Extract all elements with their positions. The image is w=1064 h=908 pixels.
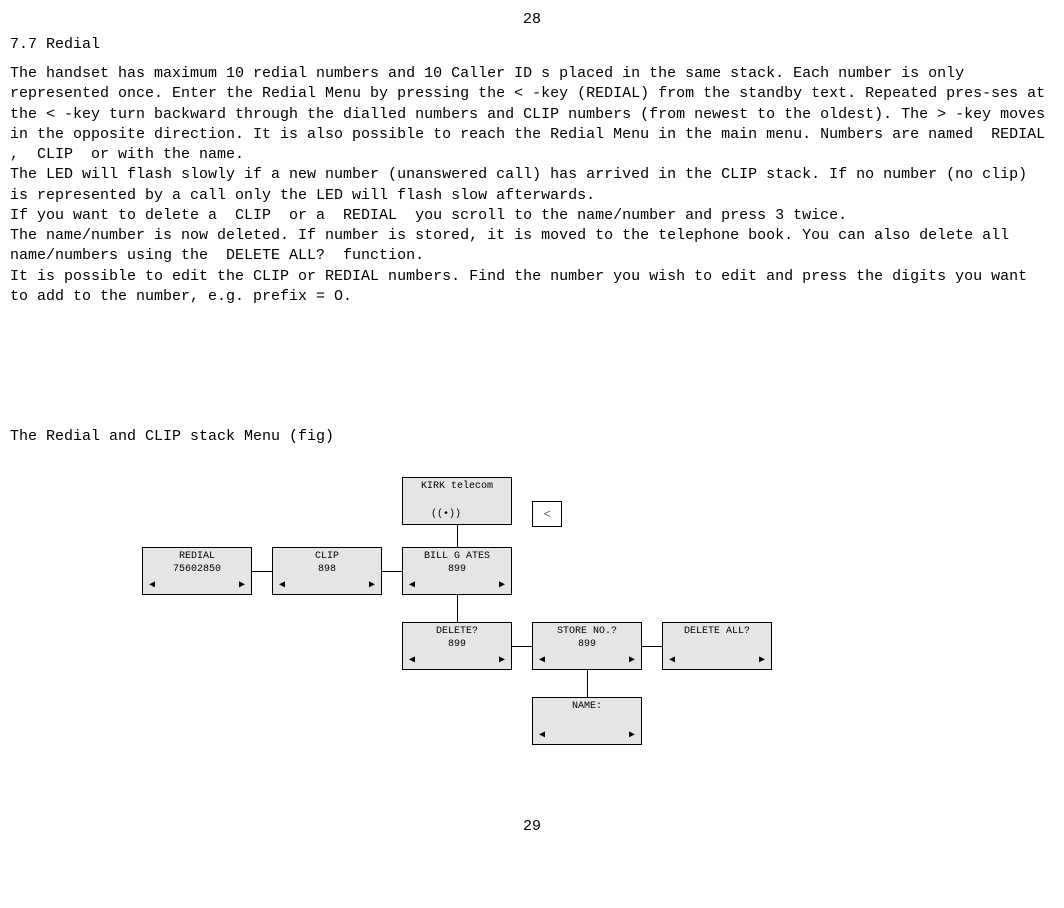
box-delete-all: DELETE ALL? ◀ ▶ [662, 622, 772, 670]
box-delete: DELETE? 899 ◀ ▶ [402, 622, 512, 670]
tri-left-icon: ◀ [409, 579, 415, 592]
tri-right-icon: ▶ [499, 579, 505, 592]
box-deleteall-l1: DELETE ALL? [663, 623, 771, 638]
tri-right-icon: ▶ [369, 579, 375, 592]
tri-left-icon: ◀ [539, 654, 545, 667]
tri-left-icon: ◀ [149, 579, 155, 592]
box-redial-l1: REDIAL [143, 548, 251, 563]
signal-icon: ((•)) [431, 508, 461, 521]
box-kirk-telecom: KIRK telecom ((•)) [402, 477, 512, 525]
menu-diagram: KIRK telecom ((•)) < REDIAL 75602850 ◀▶ … [132, 477, 932, 817]
key-less-than: < [532, 501, 562, 527]
paragraph-5: It is possible to edit the CLIP or REDIA… [10, 267, 1054, 308]
box-store-no: STORE NO.? 899 ◀ ▶ [532, 622, 642, 670]
tri-left-icon: ◀ [669, 654, 675, 667]
paragraph-4: The name/number is now deleted. If numbe… [10, 226, 1054, 267]
page-number-bottom: 29 [10, 817, 1054, 837]
tri-right-icon: ▶ [629, 654, 635, 667]
tri-right-icon: ▶ [629, 729, 635, 742]
figure-caption: The Redial and CLIP stack Menu (fig) [10, 427, 1054, 447]
tri-left-icon: ◀ [409, 654, 415, 667]
box-billgates-l2: 899 [403, 563, 511, 576]
paragraph-3: If you want to delete a CLIP or a REDIAL… [10, 206, 1054, 226]
box-redial-l2: 75602850 [143, 563, 251, 576]
box-delete-l1: DELETE? [403, 623, 511, 638]
page-number-top: 28 [10, 10, 1054, 30]
tri-right-icon: ▶ [239, 579, 245, 592]
box-clip-l1: CLIP [273, 548, 381, 563]
tri-right-icon: ▶ [499, 654, 505, 667]
paragraph-1: The handset has maximum 10 redial number… [10, 64, 1054, 165]
box-redial: REDIAL 75602850 ◀ ▶ [142, 547, 252, 595]
box-delete-l2: 899 [403, 638, 511, 651]
box-clip: CLIP 898 ◀ ▶ [272, 547, 382, 595]
section-title: 7.7 Redial [10, 35, 1054, 55]
box-name-l1: NAME: [533, 698, 641, 713]
tri-right-icon: ▶ [759, 654, 765, 667]
box-name: NAME: ◀ ▶ [532, 697, 642, 745]
tri-left-icon: ◀ [539, 729, 545, 742]
box-storeno-l1: STORE NO.? [533, 623, 641, 638]
box-kirk-line1: KIRK telecom [403, 478, 511, 493]
paragraph-2: The LED will flash slowly if a new numbe… [10, 165, 1054, 206]
box-storeno-l2: 899 [533, 638, 641, 651]
box-billgates-l1: BILL G ATES [403, 548, 511, 563]
box-clip-l2: 898 [273, 563, 381, 576]
tri-left-icon: ◀ [279, 579, 285, 592]
box-billgates: BILL G ATES 899 ◀ ▶ [402, 547, 512, 595]
